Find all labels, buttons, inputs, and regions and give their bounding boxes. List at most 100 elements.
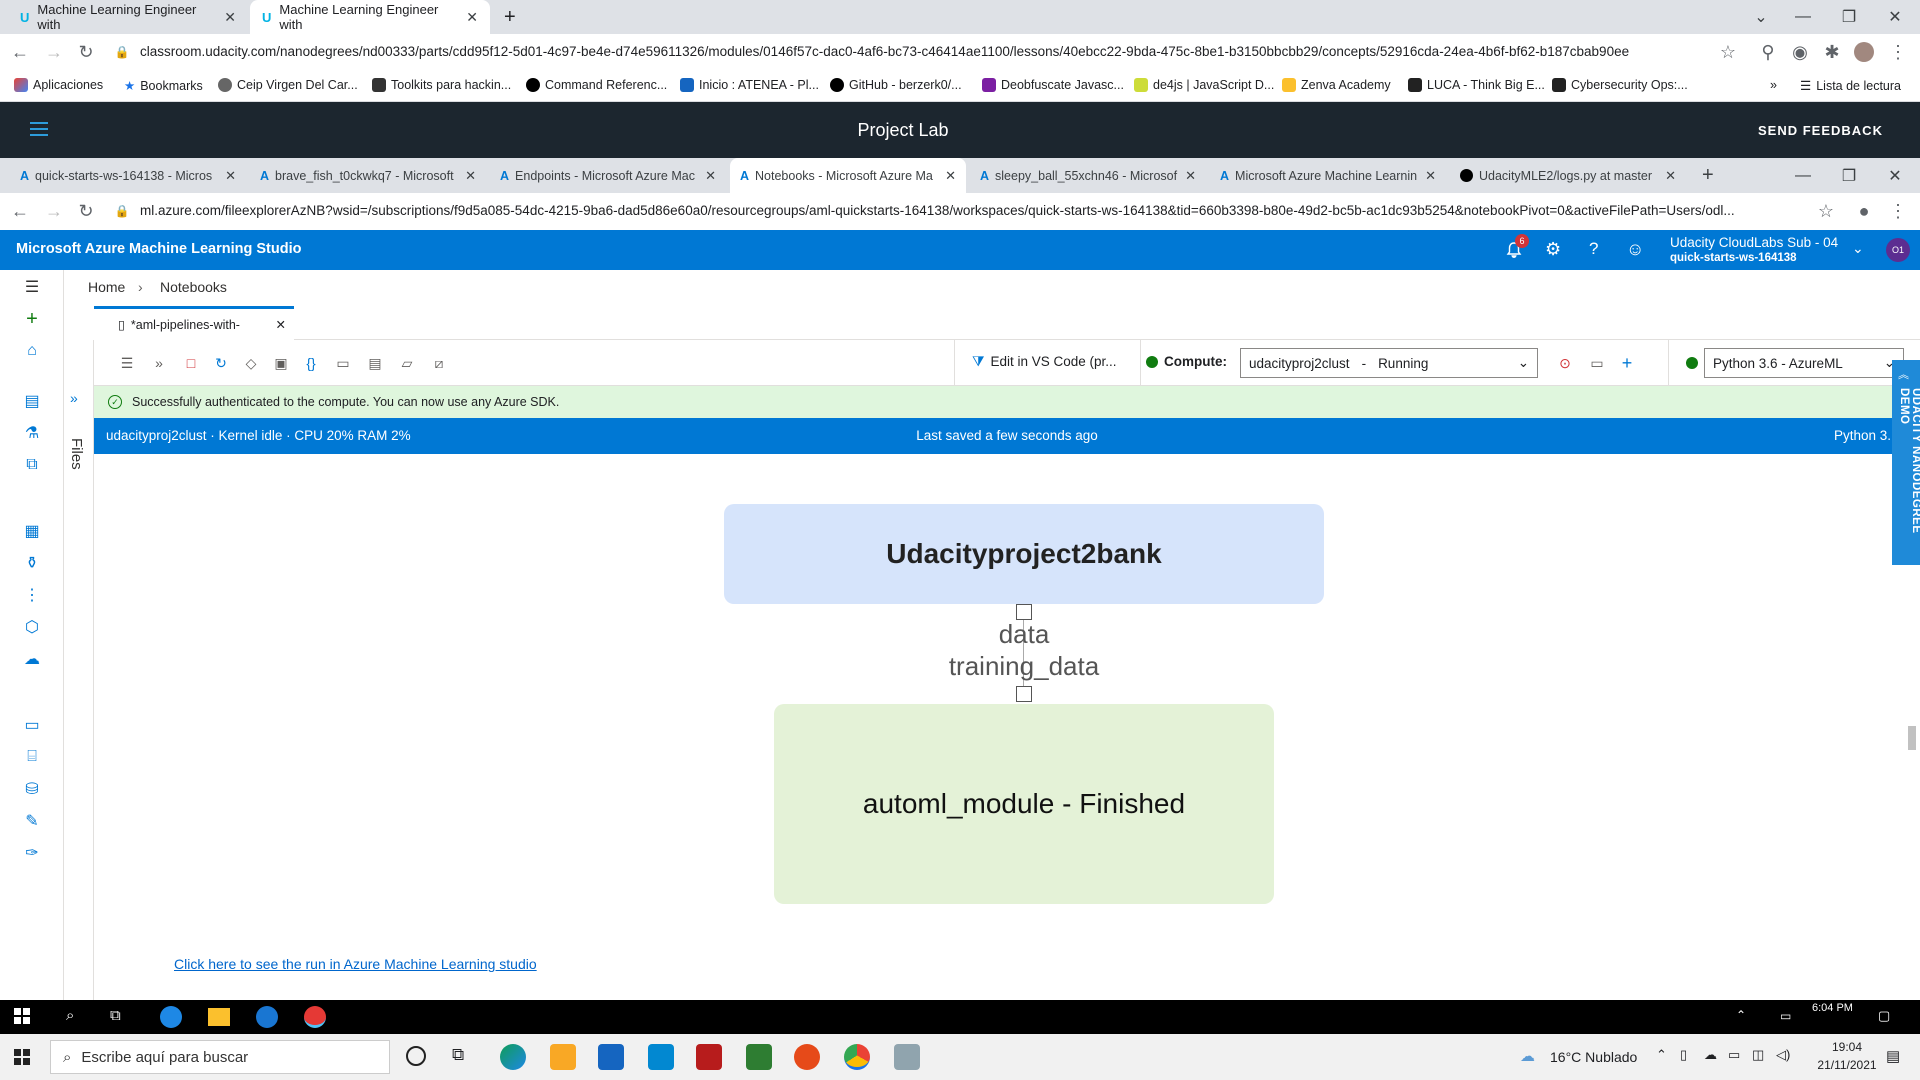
expand-icon[interactable]: » [70,390,78,406]
chart-icon[interactable]: ⧄ [430,354,448,372]
notification-icon[interactable]: ▤ [1886,1047,1900,1065]
close-icon[interactable]: ✕ [465,168,476,184]
maximize-icon[interactable]: ❐ [1826,158,1872,193]
run-all-icon[interactable]: » [150,354,168,372]
restart-icon[interactable]: ↻ [212,354,230,372]
app-icon[interactable] [794,1044,820,1070]
notebook-icon[interactable]: ▤ [21,390,43,412]
inner-tab-active[interactable]: A Notebooks - Microsoft Azure Ma ✕ [730,158,966,193]
variables-icon[interactable]: {} [302,354,320,372]
models-icon[interactable]: ⬡ [21,616,43,638]
compute-icon[interactable]: ▭ [21,714,43,736]
vscode-icon[interactable] [256,1006,278,1028]
experiments-icon[interactable]: ⚱ [21,552,43,574]
chevron-up-icon[interactable]: ⌃ [1736,1008,1746,1022]
send-feedback-button[interactable]: SEND FEEDBACK [1758,123,1883,138]
mail-icon[interactable] [648,1044,674,1070]
bookmark[interactable]: Toolkits para hackin... [372,78,511,92]
inner-tab[interactable]: A Microsoft Azure Machine Learnin ✕ [1210,158,1446,193]
bookmark[interactable]: ★ Bookmarks [124,78,203,94]
close-icon[interactable]: ✕ [1665,168,1676,184]
chrome-icon[interactable] [304,1006,326,1028]
breadcrumb-home[interactable]: Home [88,279,125,295]
bell-icon[interactable]: 6 [1504,234,1529,260]
battery-icon[interactable]: ▭ [1728,1047,1740,1063]
outer-tab[interactable]: U Machine Learning Engineer with ✕ [8,0,248,34]
new-tab-button[interactable]: + [1692,158,1724,193]
cloud-icon[interactable]: ☁ [1704,1047,1717,1063]
cortana-icon[interactable] [406,1046,426,1066]
reload-icon[interactable]: ↻ [74,40,98,64]
comment-icon[interactable]: ▱ [398,354,416,372]
app-icon[interactable] [696,1044,722,1070]
save-icon[interactable]: ▣ [272,354,290,372]
forward-icon[interactable]: → [42,40,66,64]
smiley-icon[interactable]: ☺ [1626,239,1644,260]
labeling-icon[interactable]: ✎ [21,810,43,832]
back-icon[interactable]: ← [8,40,32,64]
datasets-icon[interactable]: ▦ [21,520,43,542]
udacity-demo-side-tab[interactable]: ︽ UDACITY NANODEGREE DEMO [1892,360,1920,565]
minimize-icon[interactable]: — [1780,0,1826,34]
star-icon[interactable]: ☆ [1814,199,1838,223]
clock-time[interactable]: 19:04 [1812,1040,1882,1054]
edit-in-vscode-button[interactable]: ⧩ Edit in VS Code (pr... [972,353,1117,370]
stop-compute-icon[interactable]: ⊙ [1556,354,1574,372]
menu-icon[interactable]: ⋮ [1886,40,1910,64]
ie-icon[interactable] [160,1006,182,1028]
taskbar-search[interactable]: ⌕ Escribe aquí para buscar [50,1040,390,1074]
app-icon[interactable] [894,1044,920,1070]
run-link[interactable]: Click here to see the run in Azure Machi… [174,956,537,972]
close-icon[interactable]: ✕ [705,168,716,184]
avatar[interactable]: O1 [1886,238,1910,262]
automl-icon[interactable]: ⚗ [21,422,43,444]
search-icon[interactable]: ⌕ [66,1007,74,1024]
bookmark[interactable]: de4js | JavaScript D... [1134,78,1274,92]
new-tab-button[interactable]: + [492,0,524,34]
address-bar[interactable]: classroom.udacity.com/nanodegrees/nd0033… [140,44,1700,59]
task-view-icon[interactable]: ⧉ [110,1007,121,1024]
close-window-icon[interactable]: ✕ [1872,0,1918,34]
tab-search-icon[interactable]: ⌄ [1738,0,1784,34]
workspace-name[interactable]: quick-starts-ws-164138 [1670,252,1797,264]
close-icon[interactable]: ✕ [224,9,236,26]
bookmark[interactable]: LUCA - Think Big E... [1408,78,1545,92]
scrollbar-thumb[interactable] [1908,726,1916,750]
help-icon[interactable]: ? [1589,239,1598,259]
menu-icon[interactable]: ⋮ [1886,199,1910,223]
folder-icon[interactable] [208,1008,230,1026]
pipeline-node-dataset[interactable]: Udacityproject2bank [724,504,1324,604]
chevron-up-icon[interactable]: ⌃ [1656,1047,1667,1063]
task-view-icon[interactable]: ⧉ [452,1045,464,1065]
close-icon[interactable]: ✕ [466,9,478,26]
bookmark[interactable]: Inicio : ATENEA - Pl... [680,78,819,92]
bookmark[interactable]: Command Referenc... [526,78,667,92]
kernel-select[interactable]: Python 3.6 - AzureML ⌄ [1704,348,1904,378]
reading-list[interactable]: ☰ Lista de lectura [1800,78,1901,94]
pipelines-icon[interactable]: ⋮ [21,584,43,606]
system-tray-icon[interactable]: ▯ [1680,1047,1687,1063]
puzzle-icon[interactable]: ✱ [1820,40,1844,64]
chrome-icon[interactable] [844,1044,870,1070]
pipeline-node-automl[interactable]: automl_module - Finished [774,704,1274,904]
compute-select[interactable]: udacityproj2clust - Running ⌄ [1240,348,1538,378]
table-of-contents-icon[interactable]: ▭ [334,354,352,372]
datastores-icon[interactable]: ⛁ [21,778,43,800]
network-icon[interactable]: ◫ [1752,1047,1764,1063]
subscription-name[interactable]: Udacity CloudLabs Sub - 04 [1670,235,1838,250]
add-compute-icon[interactable]: + [1618,353,1636,373]
environments-icon[interactable]: ⌸ [21,746,43,768]
inner-tab[interactable]: A Endpoints - Microsoft Azure Mac ✕ [490,158,726,193]
folder-icon[interactable] [550,1044,576,1070]
close-icon[interactable]: ✕ [276,317,286,332]
network-icon[interactable]: ▭ [1780,1009,1791,1023]
chevron-down-icon[interactable]: ⌄ [1852,240,1864,257]
inner-tab[interactable]: Asleepy_ball_55xchn46 - Microsof ✕ [970,158,1206,193]
gear-icon[interactable]: ⚙ [1545,239,1561,260]
close-icon[interactable]: ✕ [945,168,956,184]
bookmark[interactable]: Deobfuscate Javasc... [982,78,1124,92]
extension-icon[interactable]: ⚲ [1756,40,1780,64]
bookmark[interactable]: GitHub - berzerk0/... [830,78,962,92]
eraser-icon[interactable]: ◇ [242,354,260,372]
address-bar[interactable]: ml.azure.com/fileexplorerAzNB?wsid=/subs… [140,203,1810,218]
